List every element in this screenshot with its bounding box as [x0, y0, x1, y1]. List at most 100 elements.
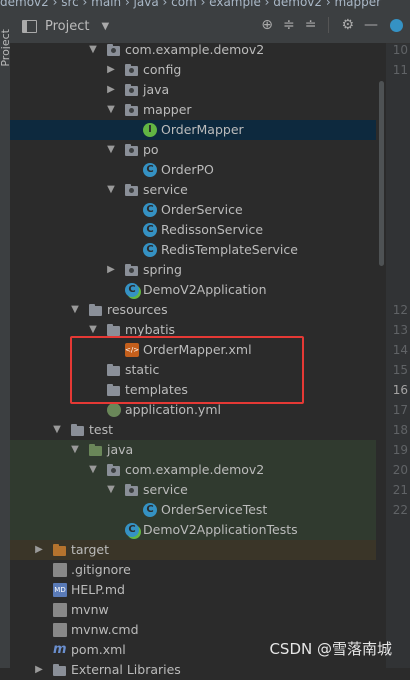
xml-file-icon: </>: [125, 343, 139, 357]
scrollbar-thumb[interactable]: [379, 81, 384, 266]
package-folder-icon: [125, 84, 138, 96]
line-number: 20: [392, 463, 408, 477]
tree-row[interactable]: templates: [10, 380, 376, 400]
tree-row[interactable]: MD HELP.md: [10, 580, 376, 600]
tree-row[interactable]: ▼ service: [10, 180, 376, 200]
tree-row[interactable]: static: [10, 360, 376, 380]
tree-label: OrderMapper.xml: [143, 342, 252, 357]
package-folder-icon: [125, 484, 138, 496]
line-number: 11: [392, 63, 408, 77]
tree-label: HELP.md: [71, 582, 125, 597]
class-icon: C: [143, 203, 157, 217]
panel-title[interactable]: Project: [45, 19, 89, 34]
line-number: 14: [392, 343, 408, 357]
file-icon: [53, 603, 67, 617]
tree-row[interactable]: C DemoV2Application: [10, 280, 376, 300]
tree-label: java: [107, 442, 134, 457]
tree-row[interactable]: mvnw.cmd: [10, 620, 376, 640]
line-number: 13: [392, 323, 408, 337]
tree-label: mvnw.cmd: [71, 622, 139, 637]
tree-row[interactable]: C OrderPO: [10, 160, 376, 180]
chevron-down-icon[interactable]: ▼: [101, 21, 109, 32]
tree-row[interactable]: ▼ test: [10, 420, 376, 440]
chevron-right-icon[interactable]: ▶: [34, 660, 44, 680]
tree-row[interactable]: ▶ spring: [10, 260, 376, 280]
package-folder-icon: [125, 64, 138, 76]
tree-row[interactable]: ▼ service: [10, 480, 376, 500]
tree-label: application.yml: [125, 402, 221, 417]
tree-label: target: [71, 542, 110, 557]
tree-row[interactable]: ▶ java: [10, 80, 376, 100]
tree-label: mybatis: [125, 322, 176, 337]
tree-label: DemoV2Application: [143, 282, 267, 297]
tree-label: java: [143, 82, 170, 97]
class-icon: C: [143, 503, 157, 517]
collapse-all-icon[interactable]: ≐: [305, 17, 317, 33]
tree-label: External Libraries: [71, 662, 181, 677]
chevron-right-icon[interactable]: ▶: [34, 540, 44, 560]
chevron-right-icon[interactable]: ▶: [106, 80, 116, 100]
gear-icon[interactable]: ⚙: [341, 17, 354, 33]
chevron-down-icon[interactable]: ▼: [88, 460, 98, 480]
tree-row[interactable]: ▼ po: [10, 140, 376, 160]
chevron-down-icon[interactable]: ▼: [106, 180, 116, 200]
test-source-folder-icon: [89, 444, 102, 456]
package-folder-icon: [125, 104, 138, 116]
tree-row[interactable]: ▼ com.example.demov2: [10, 40, 376, 60]
chevron-down-icon[interactable]: ▼: [70, 440, 80, 460]
tree-row[interactable]: ▶ target: [10, 540, 376, 560]
vertical-scrollbar[interactable]: [376, 43, 386, 668]
chevron-down-icon[interactable]: ▼: [88, 320, 98, 340]
tree-label: service: [143, 182, 188, 197]
tree-row-selected[interactable]: I OrderMapper: [10, 120, 376, 140]
line-number: 19: [392, 443, 408, 457]
spring-boot-class-icon: C: [125, 283, 139, 297]
folder-icon: [107, 384, 120, 396]
tree-row[interactable]: ▼ mybatis: [10, 320, 376, 340]
tree-label: test: [89, 422, 114, 437]
tree-row[interactable]: ▶ config: [10, 60, 376, 80]
chevron-down-icon[interactable]: ▼: [106, 480, 116, 500]
tree-row[interactable]: ▼ resources: [10, 300, 376, 320]
expand-all-icon[interactable]: ≑: [283, 17, 295, 33]
chevron-right-icon[interactable]: ▶: [106, 60, 116, 80]
tree-row[interactable]: C OrderServiceTest: [10, 500, 376, 520]
tree-label: DemoV2ApplicationTests: [143, 522, 298, 537]
project-icon: [22, 19, 37, 33]
hide-icon[interactable]: —: [364, 17, 378, 33]
tree-row[interactable]: ▼ mapper: [10, 100, 376, 120]
tree-row[interactable]: C RedissonService: [10, 220, 376, 240]
tree-row[interactable]: application.yml: [10, 400, 376, 420]
tree-row[interactable]: ▶ External Libraries: [10, 660, 376, 680]
panel-toolbar: ⊕ ≑ ≐ ⚙ —: [261, 17, 378, 33]
tree-row[interactable]: mvnw: [10, 600, 376, 620]
editor-tab[interactable]: [386, 9, 410, 44]
class-icon: C: [143, 163, 157, 177]
package-folder-icon: [107, 464, 120, 476]
chevron-down-icon[interactable]: ▼: [88, 40, 98, 60]
tree-label: OrderServiceTest: [161, 502, 268, 517]
tree-row[interactable]: C OrderService: [10, 200, 376, 220]
line-number: 22: [392, 503, 408, 517]
tree-row[interactable]: C RedisTemplateService: [10, 240, 376, 260]
chevron-right-icon[interactable]: ▶: [106, 260, 116, 280]
chevron-down-icon[interactable]: ▼: [106, 100, 116, 120]
project-tool-window-button[interactable]: Project: [0, 29, 12, 67]
tree-row[interactable]: ▼ java: [10, 440, 376, 460]
tree-label: com.example.demov2: [125, 462, 265, 477]
tree-row[interactable]: ▼ com.example.demov2: [10, 460, 376, 480]
tree-row[interactable]: C DemoV2ApplicationTests: [10, 520, 376, 540]
toolbar-separator: [328, 17, 330, 33]
yml-file-icon: [107, 403, 121, 417]
tree-label: RedissonService: [161, 222, 264, 237]
folder-icon: [71, 424, 84, 436]
tree-label: .gitignore: [71, 562, 131, 577]
chevron-down-icon[interactable]: ▼: [106, 140, 116, 160]
chevron-down-icon[interactable]: ▼: [52, 420, 62, 440]
tree-row[interactable]: </> OrderMapper.xml: [10, 340, 376, 360]
tree-row[interactable]: .gitignore: [10, 560, 376, 580]
class-icon: C: [143, 223, 157, 237]
locate-icon[interactable]: ⊕: [261, 17, 273, 33]
markdown-file-icon: MD: [53, 583, 67, 597]
chevron-down-icon[interactable]: ▼: [70, 300, 80, 320]
